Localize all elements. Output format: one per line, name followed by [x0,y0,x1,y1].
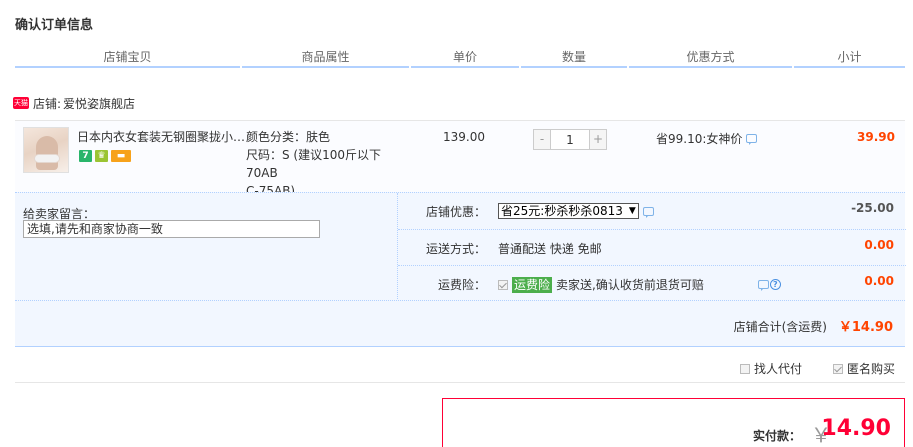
product-title-link[interactable]: 日本内衣女套装无钢圈聚拢小胸文胸 [77,128,247,145]
qty-plus-button[interactable]: + [589,129,607,150]
seven-day-return-icon[interactable]: 7 [79,150,92,162]
promo-text: 省99.10:女神价 [656,132,743,146]
shop-total-amount: ￥14.90 [838,320,893,335]
discount-select[interactable]: 省25元:秒杀秒杀0813 ▼ [498,203,639,219]
shipping-method: 普通配送 快递 免邮 [498,242,602,256]
shipping-label: 运送方式： [425,242,486,256]
product-thumbnail[interactable] [23,127,69,173]
unit-price: 139.00 [443,130,485,144]
chat-bubble-icon[interactable] [757,280,769,291]
col-quantity: 数量 [521,46,627,68]
purchase-options-row: 找人代付 匿名购买 [15,355,905,383]
shop-row: 天猫 店铺: 爱悦姿旗舰店 [13,94,135,112]
shop-total-row: 店铺合计(含运费) ￥14.90 [15,300,905,347]
discount-label: 店铺优惠： [425,205,486,219]
payment-label: 实付款： [752,429,801,443]
promo-info: 省99.10:女神价 [656,130,758,147]
col-subtotal: 小计 [794,46,905,68]
dropdown-arrow-icon: ▼ [628,206,636,216]
shop-name-link[interactable]: 爱悦姿旗舰店 [63,95,135,112]
col-discount: 优惠方式 [629,46,792,68]
shipping-value: 普通配送 快递 免邮 [498,240,602,257]
order-extras-panel: 给卖家留言： 店铺优惠： 省25元:秒杀秒杀0813 ▼ -25.00 运送方式… [15,192,906,301]
insurance-value: 运费险 卖家送,确认收货前退货可赔 ? [498,276,781,293]
proxy-pay-checkbox[interactable] [740,363,750,374]
order-item-row: 日本内衣女套装无钢圈聚拢小胸文胸 7 ♛ ▬ 颜色分类：肤色 尺码：S (建议1… [15,120,905,198]
insurance-amount: 0.00 [864,274,894,288]
insurance-tag: 运费险 [512,276,553,293]
product-attributes: 颜色分类：肤色 尺码：S (建议100斤以下 70AB C-75AB) [246,128,416,200]
product-bra-shape [34,154,60,163]
discount-row: 店铺优惠： 省25元:秒杀秒杀0813 ▼ -25.00 [398,193,906,229]
insurance-row: 运费险： 运费险 卖家送,确认收货前退货可赔 ? 0.00 [398,265,906,301]
chat-bubble-icon[interactable] [746,134,758,145]
medal-icon[interactable]: ♛ [95,150,108,162]
discount-amount: -25.00 [851,201,894,215]
proxy-pay-option[interactable]: 找人代付 [740,360,802,377]
qty-minus-button[interactable]: - [533,129,551,150]
col-unit-price: 单价 [411,46,519,68]
page-title: 确认订单信息 [15,18,94,33]
attr-color: 颜色分类：肤色 [246,130,331,144]
discount-selected: 省25元:秒杀秒杀0813 [501,204,623,218]
col-shop-items: 店铺宝贝 [15,46,240,68]
credit-card-icon[interactable]: ▬ [111,150,131,162]
shop-total-label: 店铺合计(含运费) [733,320,827,334]
discount-value: 省25元:秒杀秒杀0813 ▼ [498,203,654,219]
column-header: 店铺宝贝 商品属性 单价 数量 优惠方式 小计 [15,46,905,68]
chat-bubble-icon[interactable] [642,206,654,218]
service-badges: 7 ♛ ▬ [79,150,131,162]
qty-input[interactable] [551,129,589,150]
order-options: 店铺优惠： 省25元:秒杀秒杀0813 ▼ -25.00 运送方式： 普通配送 … [397,193,906,301]
quantity-stepper: - + [533,129,607,150]
anonymous-label: 匿名购买 [847,362,896,376]
message-input[interactable] [23,220,320,238]
tmall-icon: 天猫 [13,97,29,109]
insurance-checkbox[interactable] [498,279,508,290]
anonymous-option[interactable]: 匿名购买 [833,360,895,377]
insurance-text: 卖家送,确认收货前退货可赔 [556,278,704,292]
shipping-row: 运送方式： 普通配送 快递 免邮 0.00 [398,229,906,265]
anonymous-checkbox[interactable] [833,363,843,374]
attr-size: 尺码：S (建议100斤以下 70AB [246,148,382,180]
payment-summary: 实付款： ￥ 14.90 [442,398,905,447]
payment-amount: 14.90 [821,416,891,441]
help-icon[interactable]: ? [769,279,781,290]
insurance-label: 运费险： [437,278,486,292]
shipping-amount: 0.00 [864,238,894,252]
product-figure-shape [36,136,58,170]
shop-label: 店铺: [33,96,62,111]
item-subtotal: 39.90 [857,130,895,144]
col-attributes: 商品属性 [242,46,409,68]
proxy-pay-label: 找人代付 [754,362,803,376]
